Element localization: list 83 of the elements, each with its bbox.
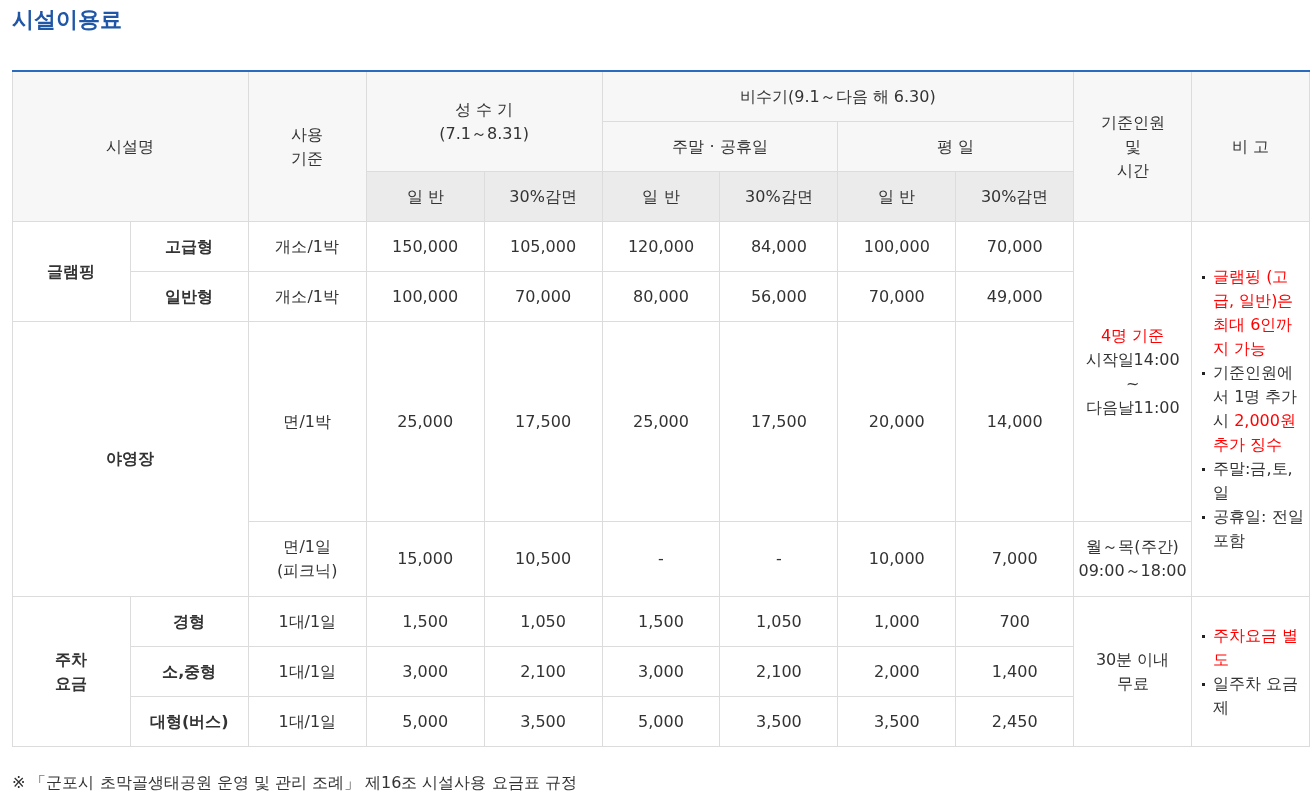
- table-cell: 일반형: [130, 271, 249, 322]
- table-cell: 105,000: [484, 221, 603, 272]
- table-cell: 고급형: [130, 221, 249, 272]
- table-cell: 1,500: [602, 596, 720, 647]
- table-cell: 1,050: [484, 596, 603, 647]
- table-cell: 글램핑: [12, 221, 131, 322]
- table-cell: 3,000: [602, 646, 720, 697]
- bullet-icon: [1202, 516, 1206, 519]
- table-cell: 개소/1박: [248, 271, 367, 322]
- table-cell: 700: [955, 596, 1074, 647]
- table-cell: 25,000: [602, 321, 720, 522]
- table-cell: 3,500: [837, 696, 956, 747]
- table-cell: 70,000: [837, 271, 956, 322]
- table-cell: 25,000: [366, 321, 485, 522]
- table-cell: 17,500: [719, 321, 838, 522]
- table-cell: 1대/1일: [248, 696, 367, 747]
- remark-text: 글램핑 (고급, 일반)은 최대 6인까지 가능: [1213, 266, 1295, 360]
- table-cell: 4명 기준 시작일14:00 ~ 다음날11:00: [1073, 221, 1192, 522]
- table-header-cell: 주말 · 공휴일: [602, 121, 838, 172]
- table-header-cell: 30%감면: [484, 171, 603, 222]
- page-title: 시설이용료: [12, 6, 123, 34]
- remark-text: 주말:금,토,일: [1213, 458, 1294, 504]
- table-header-cell: 30%감면: [719, 171, 838, 222]
- table-cell: 1대/1일: [248, 596, 367, 647]
- table-cell: 7,000: [955, 521, 1074, 597]
- table-cell: 1,050: [719, 596, 838, 647]
- table-header-cell: 사용 기준: [248, 71, 367, 222]
- table-header-cell: 일 반: [602, 171, 720, 222]
- table-header-cell: 기준인원 및 시간: [1073, 71, 1192, 222]
- table-cell: 3,500: [719, 696, 838, 747]
- table-header-cell: 평 일: [837, 121, 1074, 172]
- table-header-cell: 성 수 기 (7.1～8.31): [366, 71, 603, 172]
- bullet-icon: [1202, 682, 1206, 686]
- table-cell: 2,000: [837, 646, 956, 697]
- table-cell: 2,100: [484, 646, 603, 697]
- table-cell: 20,000: [837, 321, 956, 522]
- table-cell: 소,중형: [130, 646, 249, 697]
- remark-text: 공휴일: 전일포함: [1213, 506, 1305, 552]
- table-cell: 30분 이내 무료: [1073, 596, 1192, 747]
- table-cell: 70,000: [484, 271, 603, 322]
- table-cell: 56,000: [719, 271, 838, 322]
- table-cell: 70,000: [955, 221, 1074, 272]
- table-cell: 2,100: [719, 646, 838, 697]
- table-cell: 개소/1박: [248, 221, 367, 272]
- remark-text: 기준인원에서 1명 추가시 2,000원 추가 징수: [1213, 362, 1299, 456]
- table-cell: 1대/1일: [248, 646, 367, 697]
- table-cell: 100,000: [837, 221, 956, 272]
- table-header-cell: 시설명: [12, 71, 249, 222]
- table-header-cell: 일 반: [837, 171, 956, 222]
- table-cell: 100,000: [366, 271, 485, 322]
- table-cell: 80,000: [602, 271, 720, 322]
- remark-text: 일주차 요금제: [1213, 672, 1300, 719]
- footnote: ※ 「군포시 초막골생태공원 운영 및 관리 조례」 제16조 시설사용 요금표 규정: [12, 773, 578, 794]
- table-cell: -: [602, 521, 720, 597]
- remark-text: 주차요금 별도: [1213, 624, 1300, 671]
- table-cell: 3,500: [484, 696, 603, 747]
- table-header-cell: 비수기(9.1～다음 해 6.30): [602, 71, 1074, 122]
- table-cell: 대형(버스): [130, 696, 249, 747]
- table-cell: 경형: [130, 596, 249, 647]
- table-cell: 10,000: [837, 521, 956, 597]
- table-header-cell: 30%감면: [955, 171, 1074, 222]
- table-cell: 17,500: [484, 321, 603, 522]
- table-cell: 150,000: [366, 221, 485, 272]
- table-cell: -: [719, 521, 838, 597]
- table-cell: 1,500: [366, 596, 485, 647]
- table-cell: 야영장: [12, 321, 249, 597]
- bullet-icon: [1202, 634, 1206, 638]
- table-cell: 15,000: [366, 521, 485, 597]
- table-cell: 면/1일 (피크닉): [248, 521, 367, 597]
- table-cell: 10,500: [484, 521, 603, 597]
- bullet-icon: [1202, 276, 1206, 279]
- table-cell: 5,000: [602, 696, 720, 747]
- table-cell: 주차 요금: [12, 596, 131, 747]
- table-cell: 120,000: [602, 221, 720, 272]
- table-cell: 1,000: [837, 596, 956, 647]
- table-cell: 5,000: [366, 696, 485, 747]
- table-cell: 84,000: [719, 221, 838, 272]
- table-header-cell: 비 고: [1191, 71, 1310, 222]
- table-header-cell: 일 반: [366, 171, 485, 222]
- table-cell: 3,000: [366, 646, 485, 697]
- bullet-icon: [1202, 468, 1206, 471]
- table-cell: 면/1박: [248, 321, 367, 522]
- bullet-icon: [1202, 372, 1206, 375]
